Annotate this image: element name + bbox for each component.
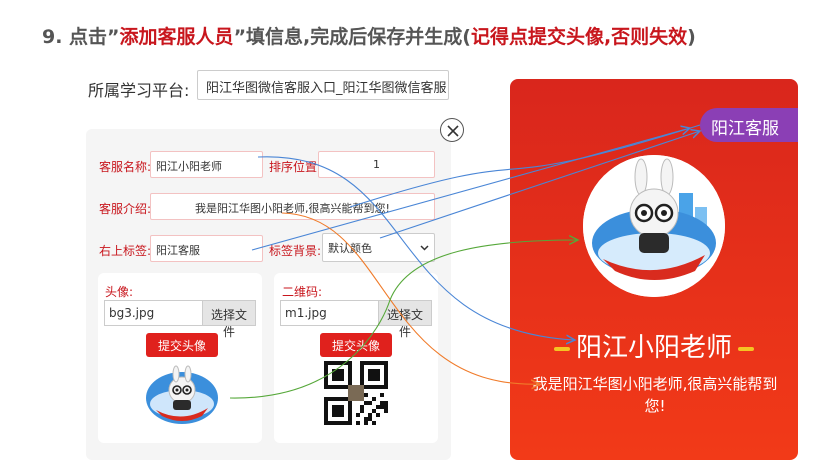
platform-select[interactable]: 阳江华图微信客服入口_阳江华图微信客服 [197, 70, 449, 100]
qrcode-submit-button[interactable]: 提交头像 [320, 333, 392, 357]
order-field[interactable]: 1 [318, 151, 435, 178]
intro-field[interactable]: 我是阳江华图小阳老师,很高兴能帮到您! [150, 193, 435, 220]
qrcode-file-name: m1.jpg [280, 300, 379, 326]
heading-highlight: 添加客服人员 [119, 26, 234, 48]
heading-note: 记得点提交头像,否则失效 [470, 26, 688, 48]
avatar-submit-button[interactable]: 提交头像 [146, 333, 218, 357]
preview-name-text: 阳江小阳老师 [575, 333, 732, 363]
heading-middle: ”填信息,完成后保存并生成( [233, 26, 471, 48]
avatar-file-name: bg3.jpg [104, 300, 203, 326]
close-icon [447, 125, 459, 137]
close-button[interactable] [440, 118, 464, 142]
tag-bg-select[interactable]: 默认颜色 [322, 233, 435, 262]
tag-field[interactable]: 阳江客服 [150, 235, 263, 262]
name-label: 客服名称: [99, 160, 152, 174]
tag-bg-value: 默认颜色 [328, 242, 372, 255]
qrcode-label: 二维码: [282, 285, 323, 299]
chevron-down-icon [420, 245, 429, 251]
qrcode-choose-file-button[interactable]: 选择文件 [378, 300, 432, 339]
mascot-avatar-icon [583, 155, 725, 297]
dash-left-icon [553, 346, 570, 351]
avatar-label: 头像: [105, 285, 134, 299]
preview-intro: 我是阳江华图小阳老师,很高兴能帮到您! [532, 375, 778, 415]
tag-bg-label: 标签背景: [269, 244, 322, 258]
avatar-thumbnail [146, 365, 218, 424]
tag-label: 右上标签: [99, 244, 152, 258]
name-field[interactable]: 阳江小阳老师 [150, 151, 263, 178]
step-heading: 9. 点击”添加客服人员”填信息,完成后保存并生成(记得点提交头像,否则失效) [42, 22, 696, 49]
preview-name: 阳江小阳老师 [510, 327, 798, 364]
qr-code-image [324, 361, 388, 425]
dash-right-icon [738, 346, 754, 351]
heading-prefix: 9. 点击” [42, 26, 120, 48]
heading-suffix: ) [687, 26, 696, 48]
avatar-choose-file-button[interactable]: 选择文件 [202, 300, 256, 339]
platform-label: 所属学习平台: [88, 81, 190, 100]
preview-tag-badge: 阳江客服 [700, 108, 798, 142]
preview-avatar [583, 155, 725, 297]
order-label: 排序位置: [269, 160, 322, 174]
intro-label: 客服介绍: [99, 202, 152, 216]
